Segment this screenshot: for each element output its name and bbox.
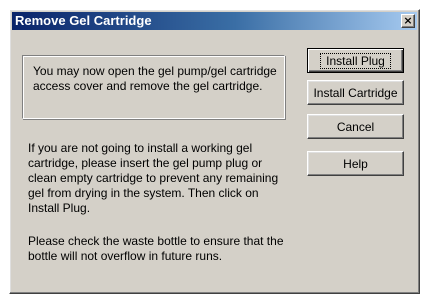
cancel-button[interactable]: Cancel <box>307 114 404 139</box>
help-button[interactable]: Help <box>307 151 404 176</box>
info-panel: You may now open the gel pump/gel cartri… <box>22 55 285 119</box>
instructions-paragraph: If you are not going to install a workin… <box>28 141 279 215</box>
install-cartridge-button[interactable]: Install Cartridge <box>307 80 404 105</box>
install-plug-button[interactable]: Install Plug <box>307 48 404 73</box>
info-message: You may now open the gel pump/gel cartri… <box>33 64 277 93</box>
title-bar[interactable]: Remove Gel Cartridge × <box>12 12 417 30</box>
close-button[interactable]: × <box>401 14 415 28</box>
dialog-window: Remove Gel Cartridge × You may now open … <box>9 9 420 294</box>
window-title: Remove Gel Cartridge <box>15 13 152 28</box>
install-plug-label: Install Plug <box>320 52 391 69</box>
close-icon: × <box>403 14 413 27</box>
waste-bottle-paragraph: Please check the waste bottle to ensure … <box>28 234 284 263</box>
